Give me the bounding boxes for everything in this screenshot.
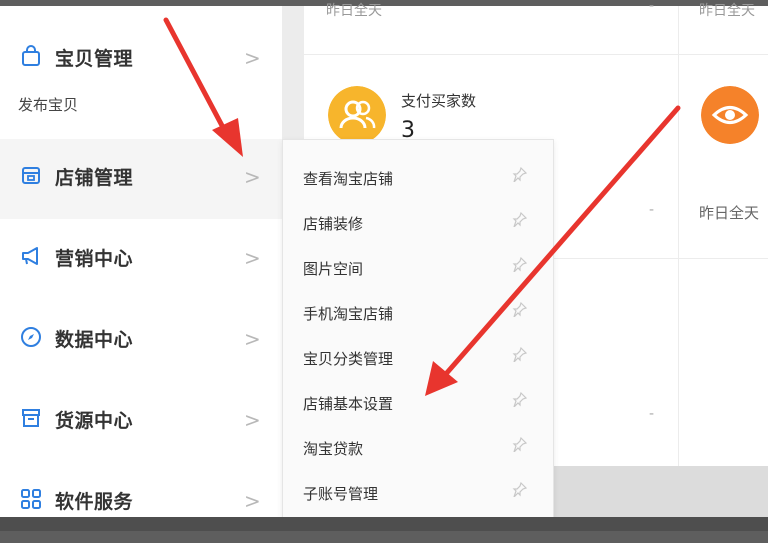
sidebar-item-product-management[interactable]: 宝贝管理 > 发布宝贝 bbox=[0, 20, 282, 114]
chevron-right-icon: > bbox=[244, 408, 261, 432]
stat-label-paying-buyers: 支付买家数 bbox=[401, 92, 477, 110]
sidebar-item-marketing-center[interactable]: 营销中心 > bbox=[0, 220, 282, 300]
users-icon bbox=[328, 86, 386, 144]
submenu-item-label: 店铺装修 bbox=[303, 215, 364, 233]
pin-icon[interactable] bbox=[512, 391, 528, 407]
sidebar-item-label: 营销中心 bbox=[55, 248, 134, 270]
submenu-item-label: 手机淘宝店铺 bbox=[303, 305, 394, 323]
dash-value: - bbox=[649, 0, 655, 14]
chevron-right-icon: > bbox=[244, 327, 261, 351]
submenu-item-category-management[interactable]: 宝贝分类管理 bbox=[283, 336, 553, 381]
megaphone-icon bbox=[22, 247, 38, 265]
submenu-item-label: 淘宝贷款 bbox=[303, 440, 364, 458]
pin-icon[interactable] bbox=[512, 211, 528, 227]
chevron-right-icon: > bbox=[244, 46, 261, 70]
sidebar-item-label: 软件服务 bbox=[55, 491, 134, 513]
pin-icon[interactable] bbox=[512, 166, 528, 182]
sidebar: 宝贝管理 > 发布宝贝 店铺管理 > 营销中心 > 数据中心 > 货源中心 > … bbox=[0, 6, 282, 517]
submenu-item-taobao-loan[interactable]: 淘宝贷款 bbox=[283, 426, 553, 471]
submenu-item-label: 宝贝分类管理 bbox=[303, 350, 394, 368]
sidebar-item-label: 宝贝管理 bbox=[55, 48, 134, 70]
chevron-right-icon: > bbox=[244, 165, 261, 189]
sidebar-item-store-management[interactable]: 店铺管理 > bbox=[0, 139, 282, 219]
chevron-right-icon: > bbox=[244, 489, 261, 513]
sidebar-item-label: 货源中心 bbox=[55, 410, 134, 432]
pin-icon[interactable] bbox=[512, 301, 528, 317]
submenu-item-label: 图片空间 bbox=[303, 260, 364, 278]
dash-value: - bbox=[649, 406, 655, 422]
grid-divider bbox=[678, 6, 679, 466]
submenu-item-store-decoration[interactable]: 店铺装修 bbox=[283, 201, 553, 246]
stat-period-label: 昨日全天 bbox=[699, 204, 760, 222]
pin-icon[interactable] bbox=[512, 481, 528, 497]
screen-bottom-border bbox=[0, 517, 768, 531]
submenu-item-view-store[interactable]: 查看淘宝店铺 bbox=[283, 156, 553, 201]
compass-icon bbox=[21, 327, 41, 347]
pin-icon[interactable] bbox=[512, 346, 528, 362]
submenu-item-label: 店铺基本设置 bbox=[303, 395, 394, 413]
sidebar-item-software-services[interactable]: 软件服务 > bbox=[0, 463, 282, 543]
submenu-item-image-space[interactable]: 图片空间 bbox=[283, 246, 553, 291]
submenu-item-label: 查看淘宝店铺 bbox=[303, 170, 394, 188]
apps-grid-icon bbox=[21, 489, 41, 509]
submenu-item-mobile-store[interactable]: 手机淘宝店铺 bbox=[283, 291, 553, 336]
pin-icon[interactable] bbox=[512, 256, 528, 272]
submenu-item-sub-account-management[interactable]: 子账号管理 bbox=[283, 471, 553, 516]
chevron-right-icon: > bbox=[244, 246, 261, 270]
sidebar-item-label: 店铺管理 bbox=[55, 167, 134, 189]
submenu-item-label: 子账号管理 bbox=[303, 485, 379, 503]
period-label: 昨日全天 bbox=[699, 3, 755, 19]
grid-divider bbox=[304, 54, 768, 55]
period-label: 昨日全天 bbox=[326, 3, 382, 19]
shopping-bag-icon bbox=[22, 45, 40, 66]
sidebar-item-data-center[interactable]: 数据中心 > bbox=[0, 301, 282, 381]
sidebar-item-label: 数据中心 bbox=[55, 329, 134, 351]
store-management-submenu: 查看淘宝店铺 店铺装修 图片空间 手机淘宝店铺 宝贝分类管理 店铺基本设置 淘宝… bbox=[282, 139, 554, 521]
publish-product-link[interactable]: 发布宝贝 bbox=[18, 94, 78, 115]
archive-box-icon bbox=[22, 409, 40, 427]
eye-icon bbox=[701, 86, 759, 144]
store-icon bbox=[22, 167, 40, 184]
dash-value: - bbox=[649, 202, 655, 218]
pin-icon[interactable] bbox=[512, 436, 528, 452]
submenu-item-store-basic-settings[interactable]: 店铺基本设置 bbox=[283, 381, 553, 426]
sidebar-item-supply-center[interactable]: 货源中心 > bbox=[0, 382, 282, 462]
